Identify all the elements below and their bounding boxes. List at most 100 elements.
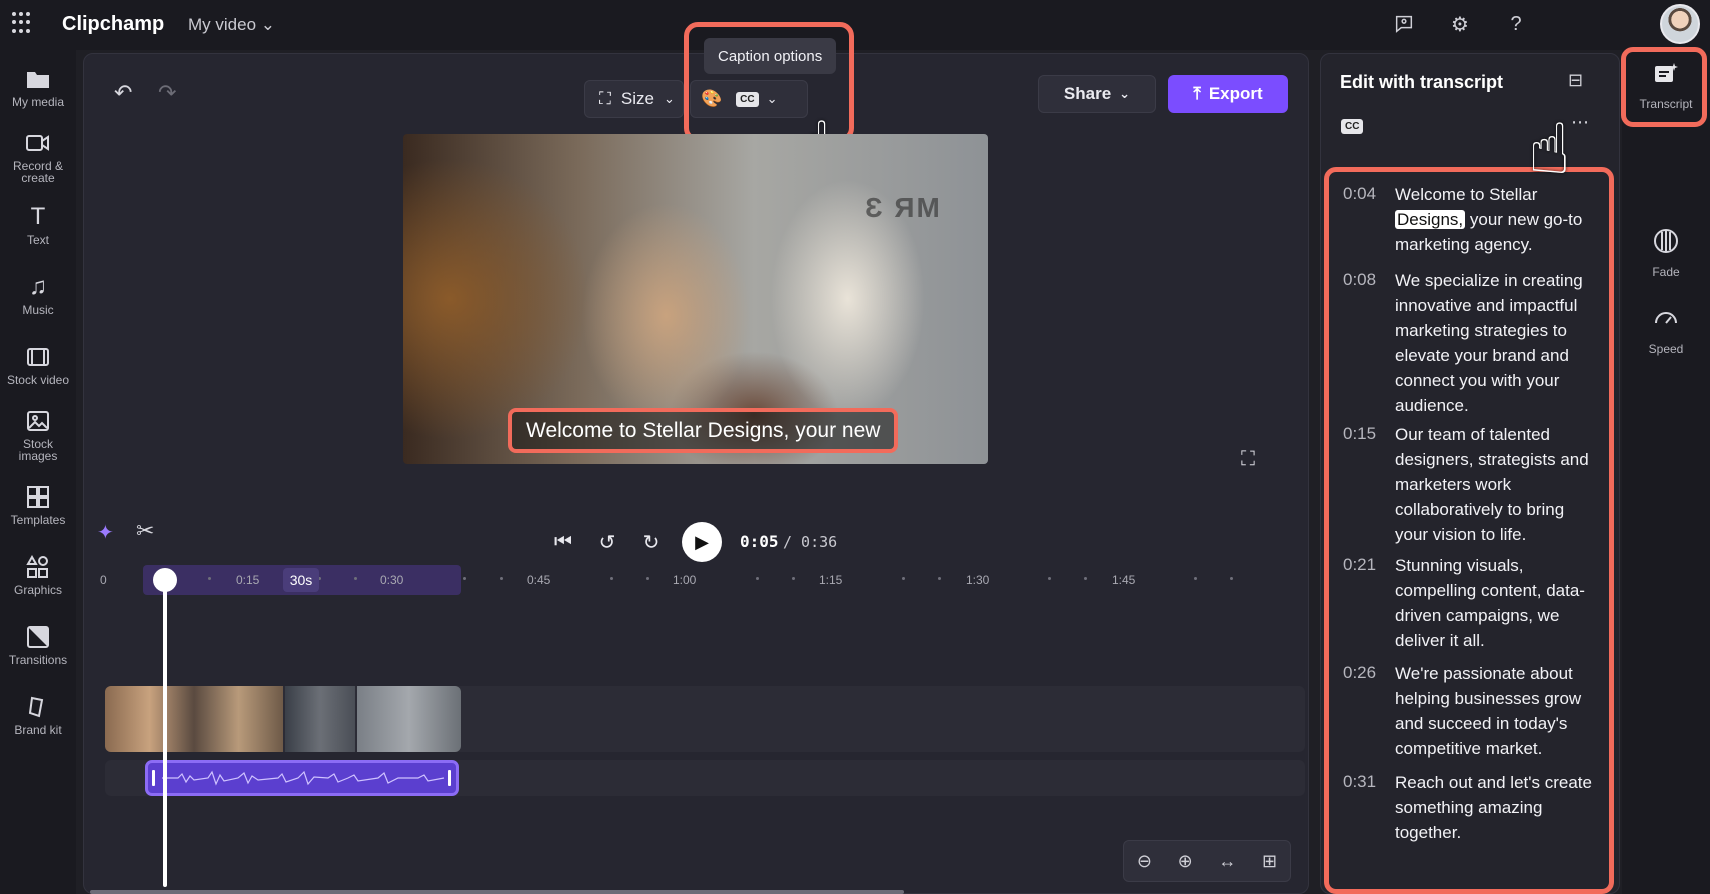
timeline-zoom-controls: ⊖ ⊕ ↔ ⊞ xyxy=(1123,840,1291,882)
playhead-handle[interactable] xyxy=(153,568,177,592)
chevron-down-icon: ⌄ xyxy=(1119,86,1131,101)
tick-dot xyxy=(1230,577,1233,580)
timeline-zoom-badge: 30s xyxy=(283,568,319,592)
sidebar-item-brand-kit[interactable]: Brand kit xyxy=(0,694,76,736)
sidebar-item-text[interactable]: T Text xyxy=(0,203,76,246)
tick-label: 0:30 xyxy=(380,573,404,587)
sidebar-item-transitions[interactable]: Transitions xyxy=(0,624,76,666)
video-clip-2[interactable] xyxy=(285,686,355,752)
transitions-icon xyxy=(25,624,51,650)
transcript-timestamp: 0:31 xyxy=(1343,772,1377,791)
transcript-text: Stunning visuals, compelling content, da… xyxy=(1395,556,1585,650)
sidebar-item-label: Record & create xyxy=(12,159,64,185)
rail-item-speed[interactable]: Speed xyxy=(1630,305,1702,356)
folder-icon xyxy=(25,66,51,92)
sidebar-item-label: Stock images xyxy=(18,437,58,463)
brand-kit-icon xyxy=(25,694,51,720)
tick-dot xyxy=(208,577,211,580)
transcript-entry[interactable]: 0:31 Reach out and let's create somethin… xyxy=(1343,770,1595,845)
sidebar-item-stock-images[interactable]: Stock images xyxy=(0,408,76,462)
undo-icon[interactable]: ↶ xyxy=(114,80,132,106)
image-icon xyxy=(25,408,51,434)
timeline-scrollbar[interactable] xyxy=(90,890,904,894)
pointer-hand-icon: ☝ xyxy=(1528,110,1571,188)
export-label: Export xyxy=(1208,84,1263,103)
sidebar-item-music[interactable]: ♫ Music xyxy=(0,273,76,316)
upload-icon: ⤒ xyxy=(1193,84,1201,103)
caption-overlay[interactable]: Welcome to Stellar Designs, your new xyxy=(508,408,899,453)
tick-dot xyxy=(938,577,941,580)
transcript-timestamp: 0:08 xyxy=(1343,270,1377,289)
tick-dot xyxy=(902,577,905,580)
playhead-line[interactable] xyxy=(163,575,167,887)
tick-dot xyxy=(1048,577,1051,580)
tick-dot xyxy=(463,577,466,580)
text-icon: T xyxy=(30,203,46,230)
camera-icon xyxy=(25,130,51,156)
tick-dot xyxy=(1084,577,1087,580)
sidebar-item-graphics[interactable]: Graphics xyxy=(0,554,76,596)
sidebar-item-my-media[interactable]: My media xyxy=(0,66,76,108)
fullscreen-icon[interactable]: ⛶ xyxy=(1241,448,1255,471)
settings-gear-icon[interactable]: ⚙ xyxy=(1446,10,1474,38)
tick-dot xyxy=(1194,577,1197,580)
zoom-in-icon[interactable]: ⊕ xyxy=(1178,851,1193,872)
transcript-text: Welcome to Stellar Designs, your new go-… xyxy=(1395,182,1595,257)
export-button[interactable]: ⤒ Export xyxy=(1168,75,1288,113)
rewind-5-icon[interactable]: ↺ xyxy=(594,530,620,555)
fade-icon xyxy=(1653,228,1679,261)
tick-dot xyxy=(646,577,649,580)
annotation-highlight-transcript-tab xyxy=(1621,47,1707,127)
share-button[interactable]: Share ⌄ xyxy=(1038,75,1156,113)
transcript-text: Our team of talented designers, strategi… xyxy=(1395,425,1589,544)
transcript-entry[interactable]: 0:15 Our team of talented designers, str… xyxy=(1343,422,1595,547)
split-scissors-icon[interactable]: ✂ xyxy=(136,518,154,544)
chevron-down-icon: ⌄ xyxy=(663,91,675,106)
tick-label: 1:30 xyxy=(966,573,990,587)
chevron-down-icon: ⌄ xyxy=(260,15,276,34)
aspect-ratio-size-button[interactable]: ⛶ Size ⌄ xyxy=(584,80,684,118)
project-title-dropdown[interactable]: My video ⌄ xyxy=(188,15,275,35)
timeline-ruler[interactable]: 0 0:15 0:30 0:45 1:00 1:15 1:30 1:45 xyxy=(100,565,1290,597)
video-clip-1[interactable] xyxy=(105,686,283,752)
zoom-out-icon[interactable]: ⊖ xyxy=(1137,851,1152,872)
sidebar-item-label: My media xyxy=(11,95,64,109)
transcript-entry[interactable]: 0:08 We specialize in creating innovativ… xyxy=(1343,268,1595,418)
sidebar-item-label: Transitions xyxy=(8,653,68,667)
collapse-panel-icon[interactable]: ⊟ xyxy=(1568,70,1583,91)
crop-icon: ⛶ xyxy=(599,89,611,108)
more-options-icon[interactable]: ⋯ xyxy=(1571,112,1590,133)
sidebar-item-label: Brand kit xyxy=(14,723,62,737)
transcript-entry[interactable]: 0:21 Stunning visuals, compelling conten… xyxy=(1343,553,1595,653)
avatar[interactable] xyxy=(1660,4,1700,44)
shapes-icon xyxy=(25,554,51,580)
video-clip-3[interactable] xyxy=(357,686,461,752)
sidebar-item-templates[interactable]: Templates xyxy=(0,484,76,526)
help-icon[interactable]: ? xyxy=(1502,10,1530,38)
redo-icon[interactable]: ↷ xyxy=(158,80,176,106)
skip-to-start-icon[interactable]: ⏮ xyxy=(550,531,576,554)
tick-label: 0:45 xyxy=(527,573,551,587)
magic-sparkle-icon[interactable]: ✦ xyxy=(97,520,114,545)
tick-dot xyxy=(610,577,613,580)
feedback-icon[interactable] xyxy=(1390,10,1418,38)
video-background-sign: Ɛ ЯM xyxy=(865,192,942,223)
playback-controls: ⏮ ↺ ↻ ▶ 0:05 / 0:36 xyxy=(550,522,837,562)
sidebar-item-label: Graphics xyxy=(13,583,63,597)
rail-item-label: Speed xyxy=(1648,342,1684,356)
transcript-highlighted-word: Designs, xyxy=(1395,210,1466,229)
transcript-entry[interactable]: 0:26 We're passionate about helping busi… xyxy=(1343,661,1595,761)
rail-item-fade[interactable]: Fade xyxy=(1630,228,1702,279)
app-title: Clipchamp xyxy=(62,13,165,35)
sidebar-item-record-create[interactable]: Record & create xyxy=(0,130,76,184)
forward-5-icon[interactable]: ↻ xyxy=(638,530,664,555)
sidebar-item-label: Stock video xyxy=(6,373,70,387)
transcript-entry[interactable]: 0:04 Welcome to Stellar Designs, your ne… xyxy=(1343,182,1595,257)
sidebar-item-stock-video[interactable]: Stock video xyxy=(0,344,76,386)
expand-timeline-icon[interactable]: ⊞ xyxy=(1262,851,1277,872)
tick-dot xyxy=(354,577,357,580)
app-launcher-icon[interactable] xyxy=(12,12,34,34)
fit-to-screen-icon[interactable]: ↔ xyxy=(1218,851,1236,872)
play-button[interactable]: ▶ xyxy=(682,522,722,562)
audio-clip[interactable] xyxy=(145,760,459,796)
